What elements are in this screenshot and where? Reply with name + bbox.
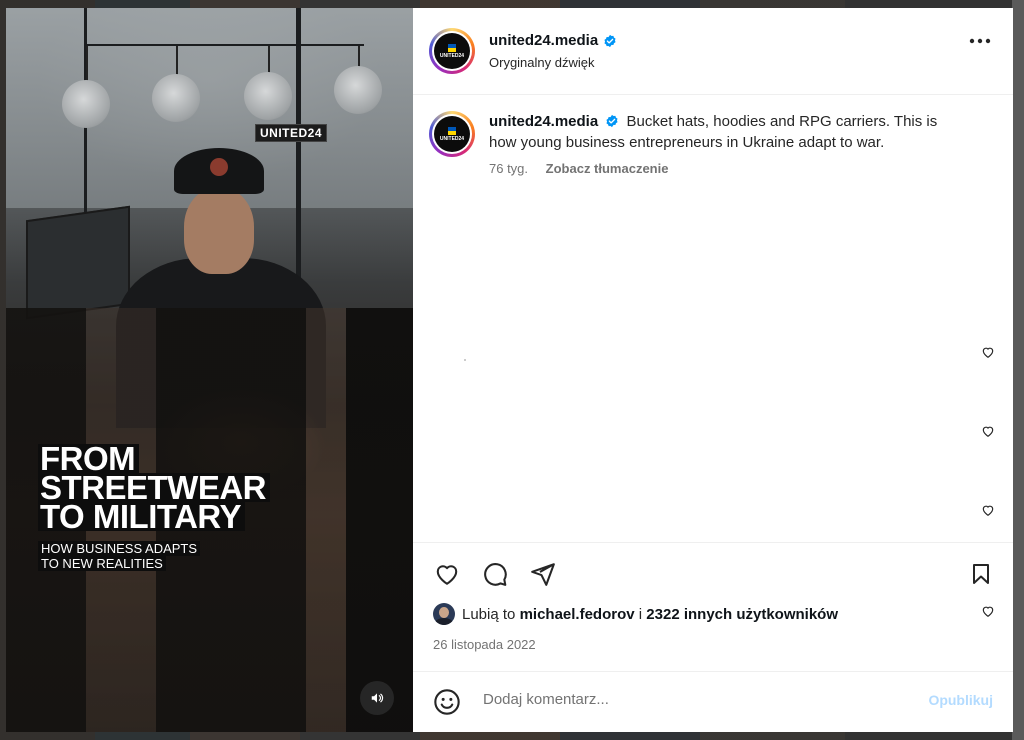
- likes-connector: i: [638, 606, 643, 623]
- pendant-lamp: [334, 66, 382, 114]
- caption-time[interactable]: 76 tyg.: [489, 161, 528, 176]
- ukraine-flag-icon: [448, 43, 456, 52]
- cap-logo: [210, 158, 228, 176]
- sound-toggle-button[interactable]: [360, 681, 394, 715]
- lamp-stem: [176, 46, 178, 76]
- monitor: [26, 205, 130, 320]
- comment-like-heart-icon[interactable]: [981, 424, 995, 438]
- emoji-icon[interactable]: [433, 688, 461, 716]
- comment-bubble-icon[interactable]: [481, 561, 509, 587]
- caption-username[interactable]: united24.media: [489, 113, 598, 130]
- person-head: [184, 188, 254, 274]
- share-send-icon[interactable]: [529, 561, 557, 587]
- liker-avatar[interactable]: [433, 603, 455, 625]
- author-avatar[interactable]: UNITED24: [429, 28, 475, 74]
- lamp-rail: [84, 44, 364, 46]
- caption-author-avatar[interactable]: UNITED24: [429, 111, 475, 157]
- brand-tag: UNITED24: [255, 124, 328, 142]
- comment-like-heart-icon[interactable]: [981, 345, 995, 359]
- liker-username[interactable]: michael.fedorov: [520, 606, 635, 623]
- post-date[interactable]: 26 listopada 2022: [413, 637, 1013, 671]
- lamp-stem: [268, 46, 270, 74]
- bookmark-save-icon[interactable]: [969, 561, 993, 587]
- likes-prefix: Lubią to: [462, 606, 516, 623]
- likes-others-link[interactable]: 2322 innych użytkowników: [646, 606, 838, 623]
- action-bar: [413, 542, 1013, 603]
- post-header: UNITED24 united24.media Oryginalny dźwię…: [413, 8, 1013, 95]
- window-mullion: [296, 8, 301, 288]
- reel-media[interactable]: UNITED24 FROM STREETWEAR TO MILITARY HOW…: [6, 8, 413, 732]
- more-options-icon[interactable]: [969, 38, 991, 44]
- avatar-label: UNITED24: [439, 135, 465, 142]
- pendant-lamp: [152, 74, 200, 122]
- avatar-label: UNITED24: [439, 52, 465, 59]
- avatar-logo: UNITED24: [434, 33, 470, 69]
- headline-line: TO MILITARY: [38, 500, 246, 533]
- publish-button[interactable]: Opublikuj: [928, 692, 993, 708]
- subheadline-line: HOW BUSINESS ADAPTS: [38, 541, 201, 556]
- lamp-stem: [86, 46, 88, 82]
- divider-dot: [464, 359, 466, 361]
- translate-link[interactable]: Zobacz tłumaczenie: [546, 161, 669, 176]
- video-subheadline: HOW BUSINESS ADAPTS TO NEW REALITIES: [38, 541, 201, 571]
- verified-badge-icon: [604, 34, 616, 47]
- like-heart-icon[interactable]: [433, 561, 461, 587]
- comment-composer: Opublikuj: [413, 671, 1013, 732]
- post-modal: UNITED24 FROM STREETWEAR TO MILITARY HOW…: [6, 8, 1013, 732]
- subheadline-line: TO NEW REALITIES: [38, 556, 166, 571]
- audio-label[interactable]: Oryginalny dźwięk: [489, 55, 617, 70]
- caption: UNITED24 united24.media Bucket hats, hoo…: [429, 111, 959, 176]
- pendant-lamp: [244, 72, 292, 120]
- post-sidebar: UNITED24 united24.media Oryginalny dźwię…: [413, 8, 1013, 732]
- verified-badge-icon: [606, 114, 618, 128]
- ukraine-flag-icon: [448, 126, 456, 135]
- likes-summary: Lubią to michael.fedorov i 2322 innych u…: [413, 603, 1013, 637]
- comment-like-heart-icon[interactable]: [981, 503, 995, 517]
- comments-area[interactable]: UNITED24 united24.media Bucket hats, hoo…: [413, 95, 1013, 617]
- author-username[interactable]: united24.media: [489, 32, 598, 49]
- pendant-lamp: [62, 80, 110, 128]
- video-headline: FROM STREETWEAR TO MILITARY: [38, 442, 270, 533]
- backdrop-edge: [1012, 0, 1024, 740]
- comment-input[interactable]: [481, 690, 885, 709]
- speaker-icon: [371, 693, 384, 703]
